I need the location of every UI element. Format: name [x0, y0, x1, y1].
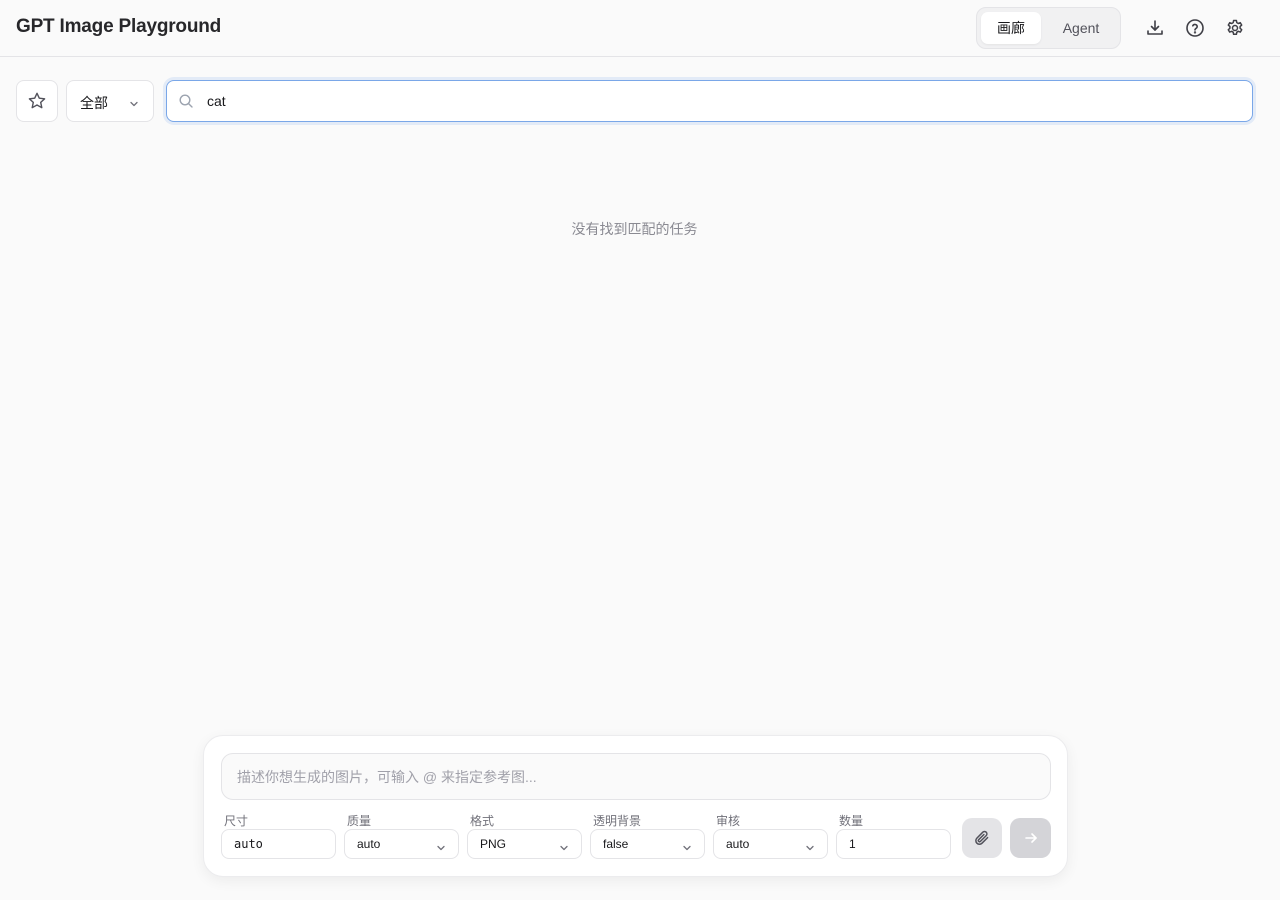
- settings-icon[interactable]: [1223, 16, 1247, 40]
- size-label: 尺寸: [224, 814, 249, 828]
- tab-agent[interactable]: Agent: [1049, 12, 1113, 44]
- moderation-label: 审核: [716, 814, 741, 828]
- count-value: 1: [849, 837, 856, 851]
- chevron-down-icon: [129, 96, 139, 114]
- chevron-down-icon: [682, 840, 692, 858]
- favorites-filter-button[interactable]: [16, 80, 58, 122]
- chevron-down-icon: [805, 840, 815, 858]
- size-input[interactable]: auto: [221, 829, 336, 859]
- moderation-value: auto: [726, 837, 750, 851]
- tab-gallery[interactable]: 画廊: [981, 12, 1041, 44]
- paperclip-icon: [973, 829, 991, 847]
- search-field: [166, 80, 1253, 122]
- format-select[interactable]: PNG: [467, 829, 582, 859]
- help-icon[interactable]: [1183, 16, 1207, 40]
- size-value: auto: [234, 837, 263, 851]
- prompt-field: [221, 753, 1051, 800]
- app-title: GPT Image Playground: [16, 16, 222, 37]
- send-button[interactable]: [1010, 818, 1051, 858]
- arrow-right-icon: [1023, 830, 1039, 846]
- format-label: 格式: [470, 814, 495, 828]
- chevron-down-icon: [559, 840, 569, 858]
- download-icon[interactable]: [1143, 16, 1167, 40]
- attach-button[interactable]: [962, 818, 1002, 858]
- star-icon: [27, 91, 47, 111]
- prompt-composer: 尺寸 auto 质量 auto 格式 PNG 透明背景 false: [203, 735, 1068, 877]
- quality-label: 质量: [347, 814, 372, 828]
- count-label: 数量: [839, 814, 864, 828]
- search-input[interactable]: [207, 90, 1237, 112]
- chevron-down-icon: [436, 840, 446, 858]
- search-icon: [178, 93, 194, 114]
- mode-switch: 画廊 Agent: [976, 7, 1121, 49]
- scope-select[interactable]: 全部: [66, 80, 154, 122]
- format-value: PNG: [480, 837, 507, 851]
- transparent-value: false: [603, 837, 629, 851]
- count-input[interactable]: 1: [836, 829, 951, 859]
- empty-results-message: 没有找到匹配的任务: [571, 221, 698, 237]
- app-header: GPT Image Playground 画廊 Agent: [0, 0, 1280, 57]
- quality-value: auto: [357, 837, 381, 851]
- transparent-select[interactable]: false: [590, 829, 705, 859]
- quality-select[interactable]: auto: [344, 829, 459, 859]
- prompt-input[interactable]: [237, 767, 1037, 787]
- moderation-select[interactable]: auto: [713, 829, 828, 859]
- transparent-label: 透明背景: [593, 814, 642, 828]
- scope-select-value: 全部: [80, 95, 108, 111]
